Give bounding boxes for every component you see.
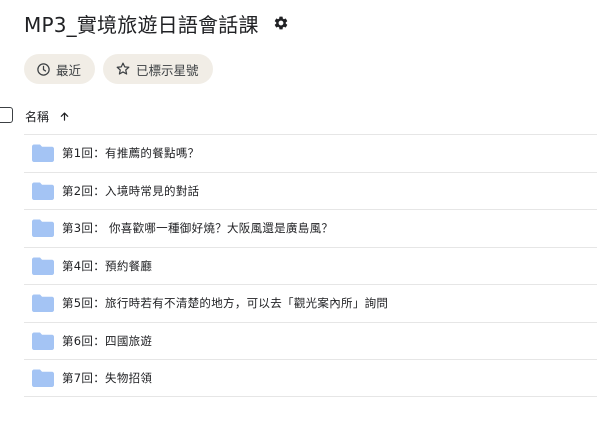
starred-chip-label: 已標示星號	[136, 62, 199, 78]
list-item[interactable]: 第4回：預約餐廳	[24, 246, 597, 285]
folder-name: 第4回：預約餐廳	[62, 258, 153, 273]
starred-chip[interactable]: 已標示星號	[103, 54, 213, 84]
folder-name: 第7回：失物招領	[62, 370, 153, 385]
drive-folder-view: MP3_實境旅遊日語會話課 最近 已標示星號 名稱 第1回：有推薦的餐點嗎？ 第…	[0, 0, 597, 426]
name-column-header[interactable]: 名稱	[25, 108, 70, 125]
folder-icon	[32, 294, 54, 313]
page-title: MP3_實境旅遊日語會話課	[24, 12, 259, 37]
folder-list: 第1回：有推薦的餐點嗎？ 第2回：入境時常見的對話 第3回： 你喜歡哪一種御好燒…	[24, 134, 597, 397]
folder-name: 第1回：有推薦的餐點嗎？	[62, 146, 200, 161]
list-item[interactable]: 第2回：入境時常見的對話	[24, 171, 597, 210]
folder-icon	[32, 219, 54, 238]
folder-name: 第6回：四國旅遊	[62, 333, 153, 348]
folder-icon	[32, 257, 54, 275]
filter-chips: 最近 已標示星號	[24, 54, 213, 84]
gear-icon[interactable]	[272, 14, 290, 32]
clock-icon	[37, 62, 50, 76]
folder-name: 第5回：旅行時若有不清楚的地方，可以去「觀光案內所」詢問	[62, 296, 389, 311]
list-item[interactable]: 第6回：四國旅遊	[24, 321, 597, 360]
folder-icon	[32, 182, 54, 200]
name-column-label: 名稱	[25, 110, 50, 124]
folder-name: 第2回：入境時常見的對話	[62, 183, 200, 198]
select-all-checkbox[interactable]	[0, 107, 13, 123]
list-item[interactable]: 第1回：有推薦的餐點嗎？	[24, 134, 597, 172]
arrow-up-icon	[59, 111, 70, 122]
list-item[interactable]: 第7回：失物招領	[24, 359, 597, 397]
folder-name: 第3回： 你喜歡哪一種御好燒？大阪風還是廣島風？	[62, 221, 334, 236]
title-row: MP3_實境旅遊日語會話課	[24, 8, 290, 38]
recent-chip-label: 最近	[56, 62, 82, 78]
list-header: 名稱	[0, 105, 597, 129]
star-outline-icon	[116, 62, 130, 75]
list-item[interactable]: 第5回：旅行時若有不清楚的地方，可以去「觀光案內所」詢問	[24, 284, 597, 322]
recent-chip[interactable]: 最近	[24, 54, 96, 84]
list-item[interactable]: 第3回： 你喜歡哪一種御好燒？大阪風還是廣島風？	[24, 209, 597, 247]
folder-icon	[32, 332, 54, 350]
folder-icon	[32, 369, 54, 387]
folder-icon	[32, 144, 54, 163]
